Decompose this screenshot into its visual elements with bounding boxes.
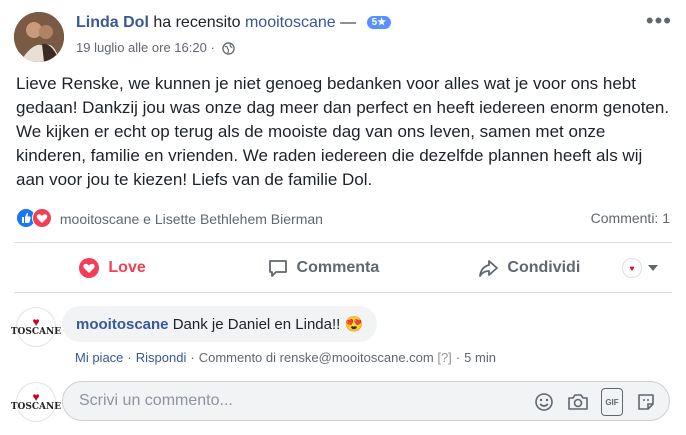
chevron-down-icon <box>648 265 658 271</box>
reactions-summary[interactable]: mooitoscane e Lisette Bethlehem Bierman <box>16 208 323 228</box>
review-action: ha recensito <box>153 14 241 31</box>
comment-bubble: mooitoscane Dank je Daniel en Linda!! 😍 <box>62 306 378 342</box>
share-label: Condividi <box>507 259 581 276</box>
action-bar: Love Commenta Condividi ♥ <box>14 246 672 290</box>
comment-label: Commenta <box>296 259 380 276</box>
divider <box>14 292 672 293</box>
comment-reply-link[interactable]: Rispondi <box>136 350 187 365</box>
meta-separator: · <box>190 350 195 365</box>
heart-icon: ♥ <box>32 315 40 329</box>
comment-time[interactable]: 5 min <box>464 350 496 365</box>
love-icon <box>79 258 100 278</box>
post-as-selector[interactable]: ♥ <box>622 258 672 278</box>
page-name[interactable]: mooitoscane <box>245 14 336 31</box>
globe-icon[interactable] <box>222 42 236 58</box>
sticker-icon[interactable] <box>635 391 657 413</box>
composer-avatar: ♥ TOSCANE <box>11 382 61 422</box>
comments-count[interactable]: Commenti: 1 <box>591 210 670 226</box>
share-button[interactable]: Condividi <box>436 257 622 279</box>
post-date[interactable]: 19 luglio alle ore 16:20 <box>76 40 207 55</box>
love-label: Love <box>108 259 146 276</box>
comment-by: Commento di renske@mooitoscane.com <box>198 350 434 365</box>
comment-input[interactable] <box>77 391 521 411</box>
author-name[interactable]: Linda Dol <box>76 14 149 31</box>
gif-icon[interactable]: GIF <box>601 388 623 416</box>
love-reaction-icon <box>32 208 52 228</box>
comment-like-link[interactable]: Mi piace <box>75 350 123 365</box>
emoji-icon[interactable] <box>533 391 555 413</box>
commenter-avatar[interactable]: ♥ TOSCANE <box>11 307 61 347</box>
post-text: Lieve Renske, we kunnen je niet genoeg b… <box>16 74 670 189</box>
comment-text: Dank je Daniel en Linda!! <box>172 316 341 333</box>
comment-info-link[interactable]: [?] <box>437 350 451 365</box>
meta-separator: · <box>127 350 132 365</box>
rating-badge: 5★ <box>366 16 392 29</box>
comment-composer: GIF <box>62 381 670 421</box>
header-separator: — <box>340 14 357 31</box>
author-avatar[interactable] <box>14 12 64 62</box>
comment-icon <box>268 260 287 277</box>
gif-label: GIF <box>601 388 623 416</box>
divider <box>14 242 672 243</box>
more-options-icon[interactable]: ••• <box>646 10 672 32</box>
comment-meta: Mi piace · Rispondi · Commento di renske@moo… <box>75 350 496 365</box>
camera-icon[interactable] <box>567 391 589 413</box>
logo-text: TOSCANE <box>10 327 62 337</box>
date-separator: · <box>210 40 215 55</box>
heart-eyes-emoji-icon: 😍 <box>344 316 364 333</box>
composer-icons: GIF <box>533 388 657 416</box>
comment-author[interactable]: mooitoscane <box>76 316 169 333</box>
post-meta: 19 luglio alle ore 16:20 · <box>76 40 236 58</box>
logo-text: TOSCANE <box>10 402 62 412</box>
share-icon <box>479 260 499 277</box>
post-header: Linda Dol ha recensito mooitoscane — 5★ <box>76 14 392 32</box>
page-logo-icon: ♥ <box>622 258 642 278</box>
heart-icon: ♥ <box>32 390 40 404</box>
reactors-text: mooitoscane e Lisette Bethlehem Bierman <box>59 211 323 227</box>
comment-button[interactable]: Commenta <box>210 257 436 279</box>
meta-separator: · <box>455 350 461 365</box>
love-button[interactable]: Love <box>14 257 210 279</box>
